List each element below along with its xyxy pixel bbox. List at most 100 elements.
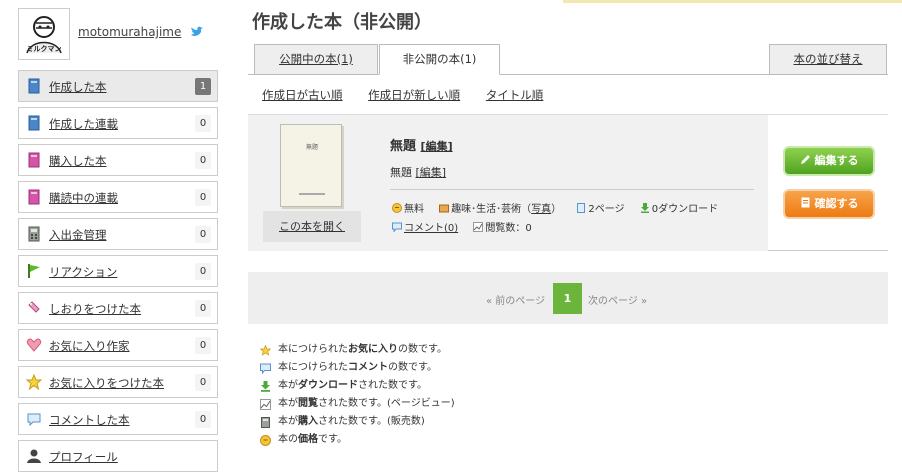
comments-info: コメント(0) xyxy=(392,219,458,234)
page-icon xyxy=(576,203,586,213)
book-meta-row-2: コメント(0) 閲覧数：0 xyxy=(392,219,544,234)
sidebar-item-bookmarked[interactable]: しおりをつけた本 0 xyxy=(18,292,218,324)
comments-link[interactable]: コメント(0) xyxy=(404,223,458,234)
book-cover[interactable]: 無題 xyxy=(280,124,342,207)
pages-info: 2ページ xyxy=(576,200,625,215)
edit-title-link[interactable]: [編集] xyxy=(421,140,453,153)
sidebar-item-favorite-authors[interactable]: お気に入り作家 0 xyxy=(18,329,218,361)
sort-oldest-link[interactable]: 作成日が古い順 xyxy=(262,88,343,102)
heart-icon xyxy=(26,337,42,353)
sort-newest-link[interactable]: 作成日が新しい順 xyxy=(368,88,460,102)
book-pink-icon xyxy=(26,152,42,168)
book-blue-icon xyxy=(26,78,42,94)
sidebar-menu: 作成した本 1 作成した連載 0 購入した本 0 購読中の連載 0 入出金管理 … xyxy=(18,70,218,472)
divider xyxy=(390,189,754,190)
pencil-icon xyxy=(800,149,811,164)
tab-bar: 公開中の本(1) 非公開の本(1) 本の並び替え xyxy=(248,44,888,75)
sidebar-item-count: 0 xyxy=(195,374,211,391)
top-strip xyxy=(563,0,902,3)
sidebar-item-purchased-books[interactable]: 購入した本 0 xyxy=(18,144,218,176)
edit-book-button[interactable]: 編集する xyxy=(783,146,875,176)
sidebar-item-count: 1 xyxy=(195,78,211,95)
comment-icon xyxy=(26,411,42,427)
book-cover-bar xyxy=(299,193,325,195)
book-item: 無題 この本を開く 無題 [編集] 無題 [編集] 無料 趣味･生活･芸術（写真… xyxy=(248,114,888,251)
sidebar-item-label: リアクション xyxy=(49,265,118,279)
sidebar-item-count: 0 xyxy=(195,337,211,354)
sidebar-item-label: プロフィール xyxy=(49,450,118,464)
sort-books-button[interactable]: 本の並び替え xyxy=(769,44,887,75)
sidebar-item-subscribed-series[interactable]: 購読中の連載 0 xyxy=(18,181,218,213)
person-icon xyxy=(26,448,42,464)
next-page-link[interactable]: 次のページ » xyxy=(588,292,647,307)
price-info: 無料 xyxy=(392,200,424,215)
chart-icon xyxy=(473,222,484,232)
icon-legend: 本につけられたお気に入りの数です。 本につけられたコメントの数です。 本がダウン… xyxy=(259,343,455,451)
download-icon xyxy=(260,381,271,392)
category-info: 趣味･生活･芸術（写真） xyxy=(439,200,561,215)
current-page: 1 xyxy=(553,283,582,314)
sidebar-item-label: しおりをつけた本 xyxy=(49,302,141,316)
coin-icon xyxy=(260,435,271,446)
legend-item: 本がダウンロードされた数です。 xyxy=(260,379,455,397)
book-title-text: 無題 xyxy=(390,139,417,154)
legend-item: 本につけられたコメントの数です。 xyxy=(260,361,455,379)
sidebar: ミルクマン motomurahajime 作成した本 1 作成した連載 0 購入… xyxy=(18,8,218,475)
sidebar-item-count: 0 xyxy=(195,115,211,132)
avatar[interactable]: ミルクマン xyxy=(18,8,70,60)
open-book-button[interactable]: この本を開く xyxy=(263,211,361,242)
edit-subtitle-link[interactable]: [編集] xyxy=(416,166,447,179)
sidebar-item-label: 購読中の連載 xyxy=(49,191,118,205)
book-cover-title: 無題 xyxy=(306,144,319,151)
sidebar-item-count: 0 xyxy=(195,411,211,428)
sidebar-item-label: コメントした本 xyxy=(49,413,130,427)
confirm-book-button[interactable]: 確認する xyxy=(783,189,875,219)
comment-icon xyxy=(392,222,402,233)
twitter-icon[interactable] xyxy=(190,26,204,41)
calculator-icon xyxy=(26,226,42,242)
star-icon xyxy=(25,373,43,391)
username-link[interactable]: motomurahajime xyxy=(78,25,181,39)
sidebar-item-label: 作成した本 xyxy=(49,80,107,94)
book-meta-row-1: 無料 趣味･生活･芸術（写真） 2ページ 0ダウンロード xyxy=(392,200,730,215)
star-icon xyxy=(259,344,272,356)
coin-icon xyxy=(392,203,402,213)
category-link[interactable]: 写真 xyxy=(531,204,551,215)
bookmark-icon xyxy=(26,300,42,316)
svg-text:ミルクマン: ミルクマン xyxy=(27,44,62,53)
sidebar-item-profile[interactable]: プロフィール xyxy=(18,440,218,472)
downloads-info: 0ダウンロード xyxy=(640,200,718,215)
sidebar-item-count: 0 xyxy=(195,226,211,243)
book-title: 無題 [編集] xyxy=(390,135,453,154)
sidebar-item-payments[interactable]: 入出金管理 0 xyxy=(18,218,218,250)
sort-links: 作成日が古い順 作成日が新しい順 タイトル順 xyxy=(262,87,565,103)
tab-public-books[interactable]: 公開中の本(1) xyxy=(254,44,378,75)
legend-item: 本が閲覧された数です。(ページビュー) xyxy=(260,397,455,415)
sort-title-link[interactable]: タイトル順 xyxy=(486,88,544,102)
book-pink-icon xyxy=(26,189,42,205)
sidebar-item-label: 作成した連載 xyxy=(49,117,118,131)
sidebar-item-commented-books[interactable]: コメントした本 0 xyxy=(18,403,218,435)
views-info: 閲覧数：0 xyxy=(473,219,532,234)
sidebar-item-reactions[interactable]: リアクション 0 xyxy=(18,255,218,287)
sidebar-item-created-books[interactable]: 作成した本 1 xyxy=(18,70,218,102)
chart-icon xyxy=(260,399,271,410)
document-icon xyxy=(800,192,811,208)
sidebar-item-label: 購入した本 xyxy=(49,154,107,168)
sidebar-item-created-series[interactable]: 作成した連載 0 xyxy=(18,107,218,139)
tab-private-books[interactable]: 非公開の本(1) xyxy=(379,44,500,75)
sidebar-item-label: お気に入り作家 xyxy=(49,339,130,353)
prev-page-link[interactable]: « 前のページ xyxy=(486,292,545,307)
comment-icon xyxy=(260,363,271,375)
pagination: « 前のページ 1 次のページ » xyxy=(248,272,888,324)
sidebar-item-count: 0 xyxy=(195,263,211,280)
page-title: 作成した本（非公開） xyxy=(252,12,432,33)
legend-item: 本の価格です。 xyxy=(260,433,455,451)
sidebar-item-count: 0 xyxy=(195,152,211,169)
legend-item: 本が購入された数です。(販売数) xyxy=(260,415,455,433)
book-subtitle: 無題 [編集] xyxy=(390,164,446,180)
category-icon xyxy=(439,203,450,213)
legend-item: 本につけられたお気に入りの数です。 xyxy=(259,343,455,361)
profile: ミルクマン motomurahajime xyxy=(18,8,218,60)
sidebar-item-favorited-books[interactable]: お気に入りをつけた本 0 xyxy=(18,366,218,398)
